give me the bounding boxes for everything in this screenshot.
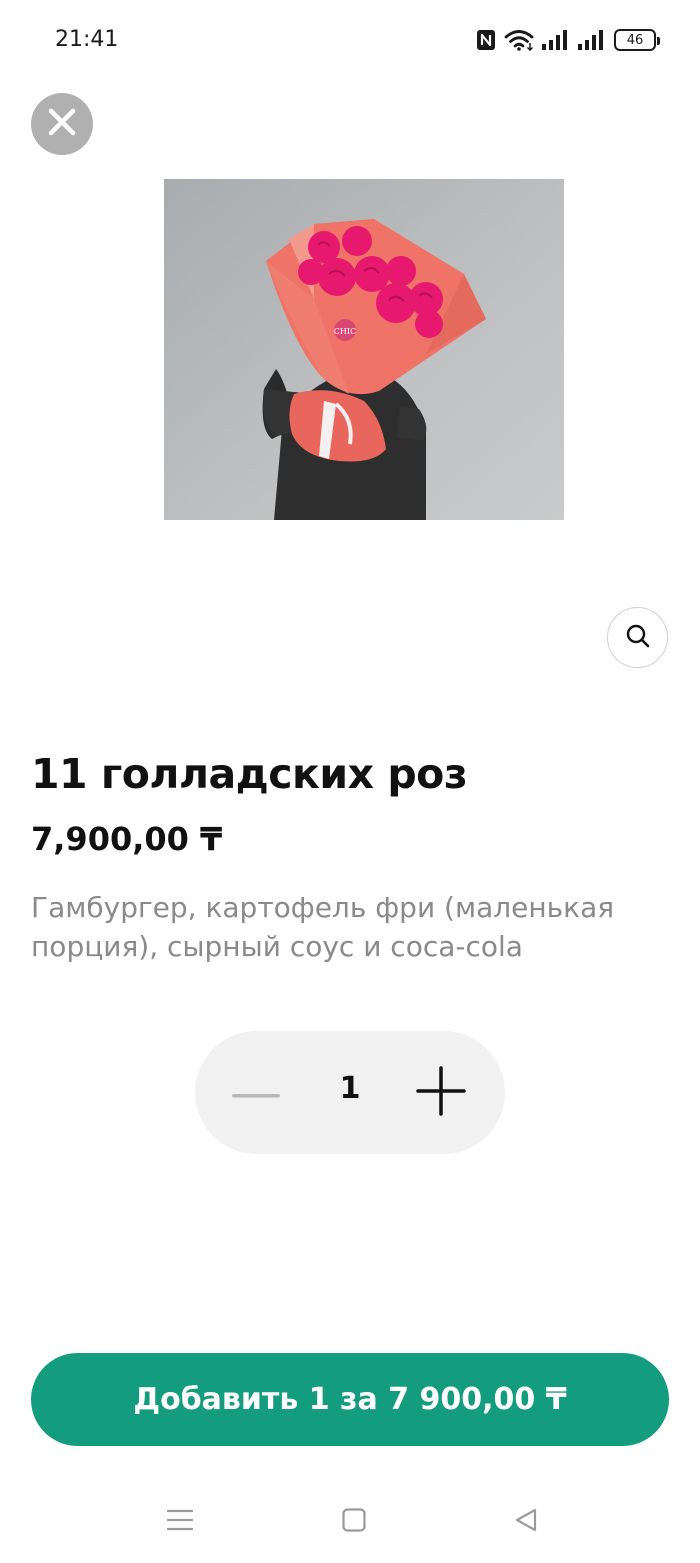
back-button[interactable] <box>501 1502 551 1542</box>
decrease-button[interactable] <box>225 1067 289 1119</box>
search-icon <box>625 623 651 653</box>
add-to-cart-button[interactable]: Добавить 1 за 7 900,00 ₸ <box>31 1353 669 1446</box>
increase-button[interactable] <box>409 1065 473 1121</box>
status-bar: 21:41 46 <box>0 0 700 80</box>
nfc-icon <box>476 29 496 51</box>
quantity-stepper: 1 <box>195 1031 505 1154</box>
minus-icon <box>232 1084 282 1103</box>
menu-button[interactable] <box>155 1502 205 1542</box>
signal-icon <box>542 30 570 50</box>
back-icon <box>513 1507 539 1537</box>
menu-icon <box>166 1508 194 1536</box>
product-title: 11 голладских роз <box>31 750 468 798</box>
quantity-value: 1 <box>339 1071 361 1106</box>
product-image: CHIC <box>164 179 564 520</box>
bouquet-label: CHIC <box>334 327 356 336</box>
battery-level: 46 <box>626 32 644 48</box>
product-price: 7,900,00 ₸ <box>31 820 223 858</box>
wifi-icon <box>504 29 534 51</box>
home-button[interactable] <box>329 1502 379 1542</box>
close-button[interactable] <box>31 93 93 155</box>
zoom-button[interactable] <box>607 607 668 668</box>
status-time: 21:41 <box>55 27 119 52</box>
system-navigation-bar <box>0 1490 700 1563</box>
close-icon <box>47 107 77 141</box>
battery-icon: 46 <box>614 29 660 51</box>
signal-icon <box>578 30 606 50</box>
product-description: Гамбургер, картофель фри (маленькая порц… <box>31 891 615 963</box>
plus-icon <box>416 1066 466 1120</box>
home-icon <box>342 1508 366 1536</box>
status-icons: 46 <box>476 27 660 53</box>
